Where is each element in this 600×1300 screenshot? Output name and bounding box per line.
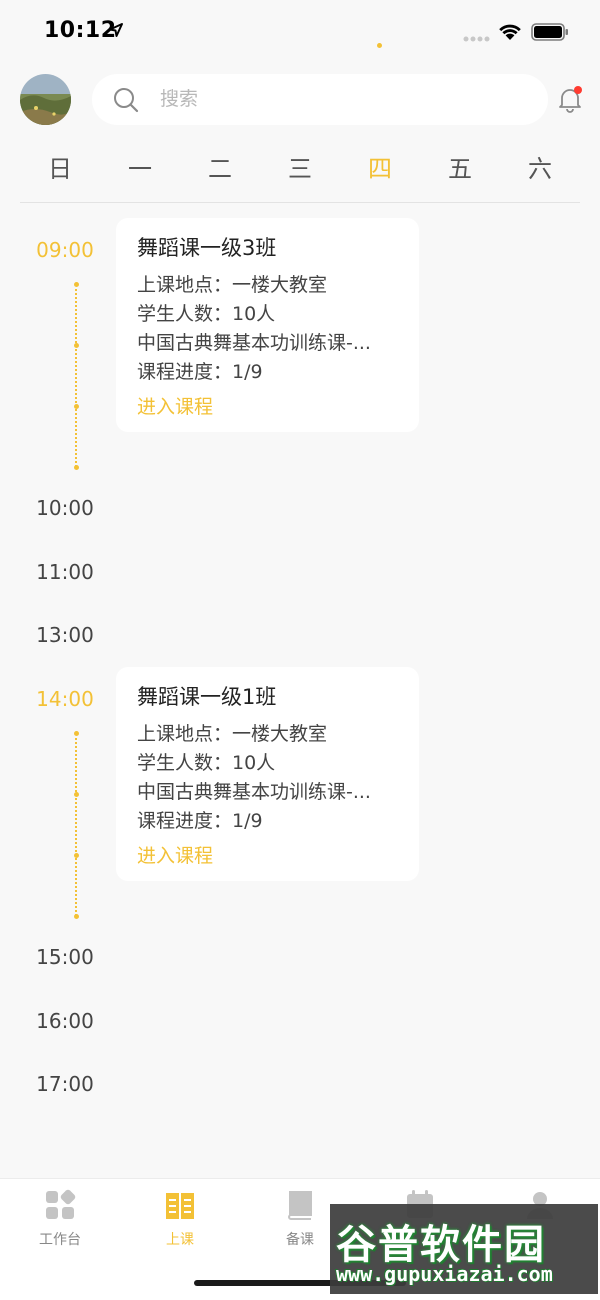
timeline-dot — [74, 792, 79, 797]
course-location: 上课地点：一楼大教室 — [137, 274, 328, 296]
time-label: 11:00 — [36, 560, 94, 584]
timeline-dotted-line — [75, 733, 80, 916]
course-card[interactable]: 舞蹈课一级1班 上课地点：一楼大教室 学生人数：10人 中国古典舞基本功训练课-… — [116, 667, 419, 881]
grid-icon — [46, 1189, 76, 1219]
day-saturday[interactable]: 六 — [510, 149, 570, 184]
time-label: 15:00 — [36, 945, 94, 969]
timeline-dot — [74, 914, 79, 919]
timeline-dot — [74, 404, 79, 409]
day-friday[interactable]: 五 — [430, 149, 490, 184]
day-monday[interactable]: 一 — [110, 149, 170, 184]
tab-class[interactable]: 上课 — [120, 1189, 240, 1249]
time-label: 14:00 — [36, 687, 94, 711]
notification-bell-icon[interactable] — [556, 85, 584, 113]
course-title: 舞蹈课一级3班 — [137, 236, 277, 260]
notebook-icon — [288, 1191, 312, 1220]
timeline-dot — [74, 282, 79, 287]
book-open-icon — [166, 1193, 194, 1219]
cellular-signal-icon — [463, 36, 490, 42]
wifi-icon — [499, 24, 521, 40]
time-label: 13:00 — [36, 623, 94, 647]
search-input[interactable] — [160, 86, 460, 112]
time-label: 16:00 — [36, 1009, 94, 1033]
timeline-dot — [74, 853, 79, 858]
time-label: 10:00 — [36, 496, 94, 520]
course-name: 中国古典舞基本功训练课-... — [137, 332, 371, 354]
timeline-dotted-line — [75, 284, 80, 467]
battery-icon — [531, 23, 568, 41]
day-tuesday[interactable]: 二 — [190, 149, 250, 184]
avatar-image — [20, 74, 71, 125]
course-name: 中国古典舞基本功训练课-... — [137, 781, 371, 803]
status-time: 10:12 — [44, 18, 117, 43]
course-students: 学生人数：10人 — [137, 752, 276, 774]
course-location: 上课地点：一楼大教室 — [137, 723, 328, 745]
tab-label: 工作台 — [39, 1232, 81, 1248]
timeline-dot — [74, 465, 79, 470]
status-bar: 10:12 — [0, 0, 600, 64]
enter-course-link[interactable]: 进入课程 — [137, 841, 213, 868]
search-icon — [114, 88, 139, 113]
course-title: 舞蹈课一级1班 — [137, 685, 277, 709]
search-bar[interactable] — [92, 74, 548, 125]
day-sunday[interactable]: 日 — [30, 149, 90, 184]
time-label: 17:00 — [36, 1072, 94, 1096]
time-label: 09:00 — [36, 238, 94, 262]
course-students: 学生人数：10人 — [137, 303, 276, 325]
course-progress: 课程进度：1/9 — [137, 810, 263, 832]
tab-workbench[interactable]: 工作台 — [0, 1189, 120, 1249]
week-selector: 日 一 二 三 四 五 六 — [20, 145, 580, 203]
day-wednesday[interactable]: 三 — [270, 149, 330, 184]
watermark: 谷普软件园 www.gupuxiazai.com — [330, 1204, 598, 1294]
selected-day-indicator — [377, 43, 382, 48]
course-card[interactable]: 舞蹈课一级3班 上课地点：一楼大教室 学生人数：10人 中国古典舞基本功训练课-… — [116, 218, 419, 432]
timeline-dot — [74, 343, 79, 348]
day-thursday[interactable]: 四 — [350, 149, 410, 184]
avatar[interactable] — [20, 74, 71, 125]
enter-course-link[interactable]: 进入课程 — [137, 392, 213, 419]
tab-label: 上课 — [166, 1232, 194, 1248]
watermark-url: www.gupuxiazai.com — [336, 1262, 553, 1286]
timeline-dot — [74, 731, 79, 736]
course-progress: 课程进度：1/9 — [137, 361, 263, 383]
location-arrow-icon — [109, 23, 123, 37]
